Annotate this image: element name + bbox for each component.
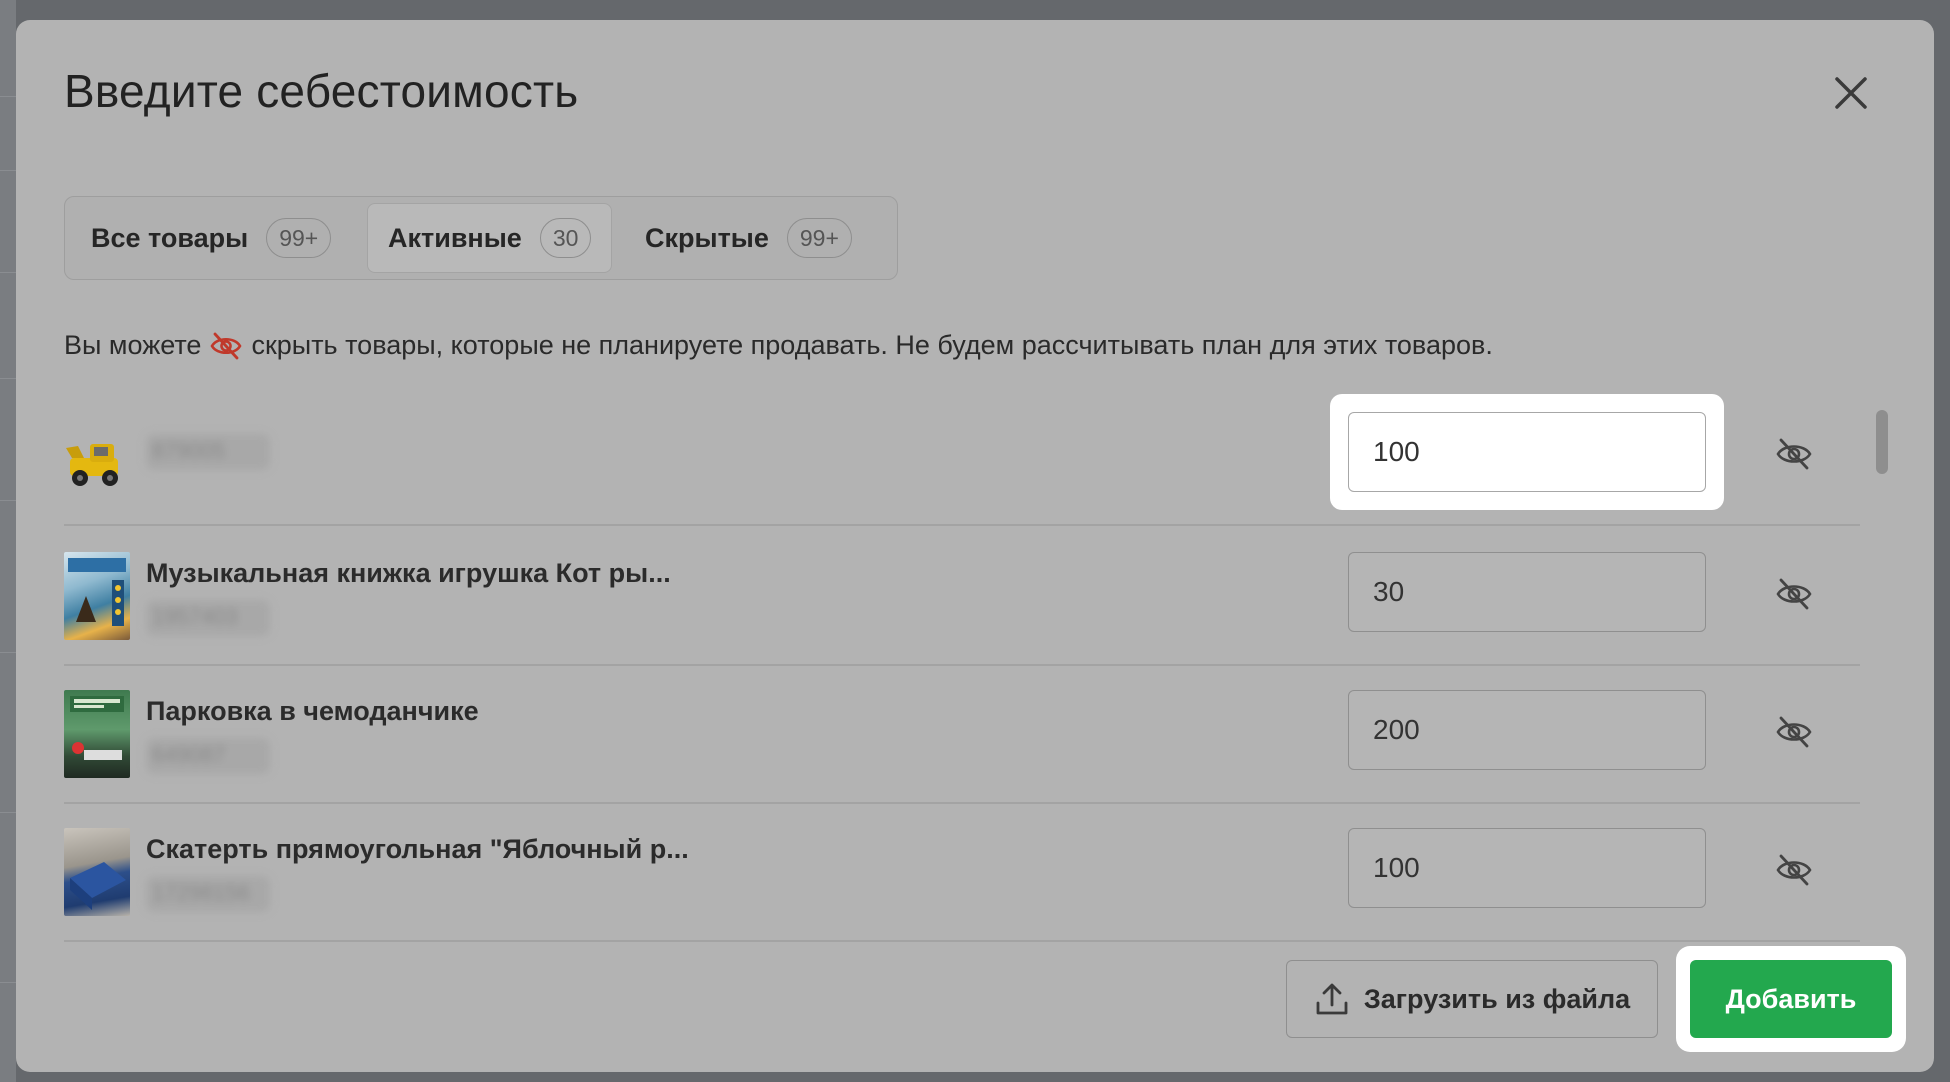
product-thumbnail bbox=[64, 552, 130, 640]
eye-off-icon bbox=[1776, 716, 1812, 748]
upload-from-file-button[interactable]: Загрузить из файла bbox=[1286, 960, 1658, 1038]
tab-all-products[interactable]: Все товары 99+ bbox=[71, 203, 351, 273]
tab-count-badge: 30 bbox=[539, 218, 592, 258]
eye-off-icon bbox=[1776, 578, 1812, 610]
background-page-edge bbox=[0, 0, 16, 1082]
product-sku: 649087 bbox=[146, 738, 270, 774]
upload-icon bbox=[1316, 983, 1348, 1015]
hide-product-button[interactable] bbox=[1772, 432, 1816, 476]
cost-input[interactable] bbox=[1348, 690, 1706, 770]
cost-modal: Введите себестоимость Все товары 99+ Акт… bbox=[16, 20, 1934, 1072]
info-text: Вы можете скрыть товары, которые не план… bbox=[64, 330, 1493, 361]
product-thumbnail bbox=[64, 690, 130, 778]
product-thumbnail bbox=[64, 828, 130, 916]
upload-button-label: Загрузить из файла bbox=[1363, 983, 1631, 1014]
product-thumbnail bbox=[64, 412, 130, 500]
product-row: Скатерть прямоугольная "Яблочный р... 17… bbox=[64, 804, 1860, 942]
tab-count-badge: 99+ bbox=[786, 218, 852, 258]
add-button-label: Добавить bbox=[1725, 983, 1857, 1014]
tab-hidden[interactable]: Скрытые 99+ bbox=[625, 203, 872, 273]
eye-off-icon bbox=[1776, 438, 1812, 470]
product-sku: 17298156 bbox=[146, 876, 270, 912]
product-list: 879005 100 Музыкальная книжка игрушка Ко… bbox=[64, 388, 1860, 954]
eye-off-icon bbox=[209, 331, 243, 361]
product-sku: 879005 bbox=[146, 434, 270, 470]
modal-title: Введите себестоимость bbox=[64, 65, 579, 117]
hide-product-button[interactable] bbox=[1772, 572, 1816, 616]
product-row: Музыкальная книжка игрушка Кот ры... 195… bbox=[64, 528, 1860, 666]
cost-input[interactable] bbox=[1348, 828, 1706, 908]
product-name: Парковка в чемоданчике bbox=[146, 696, 479, 726]
close-icon bbox=[1835, 77, 1867, 109]
hide-product-button[interactable] bbox=[1772, 710, 1816, 754]
add-button[interactable]: Добавить bbox=[1690, 960, 1892, 1038]
close-button[interactable] bbox=[1826, 68, 1876, 118]
product-row: 879005 bbox=[64, 388, 1860, 526]
cost-input[interactable] bbox=[1348, 412, 1706, 492]
product-name: Скатерть прямоугольная "Яблочный р... bbox=[146, 834, 689, 864]
cost-input[interactable] bbox=[1348, 552, 1706, 632]
tab-count-badge: 99+ bbox=[266, 218, 332, 258]
product-sku: 1957403 bbox=[146, 600, 270, 636]
hide-product-button[interactable] bbox=[1772, 848, 1816, 892]
tab-label: Все товары bbox=[91, 222, 249, 253]
tab-label: Скрытые bbox=[645, 222, 769, 253]
info-text-before: Вы можете bbox=[64, 330, 202, 360]
tab-label: Активные bbox=[388, 222, 522, 253]
scrollbar-thumb[interactable] bbox=[1876, 410, 1888, 474]
tab-active[interactable]: Активные 30 bbox=[367, 203, 613, 273]
info-text-after: скрыть товары, которые не планируете про… bbox=[251, 330, 1493, 360]
product-row: Парковка в чемоданчике 649087 bbox=[64, 666, 1860, 804]
eye-off-icon bbox=[1776, 854, 1812, 886]
product-name: Музыкальная книжка игрушка Кот ры... bbox=[146, 558, 671, 588]
filter-tabs: Все товары 99+ Активные 30 Скрытые 99+ bbox=[64, 196, 898, 280]
